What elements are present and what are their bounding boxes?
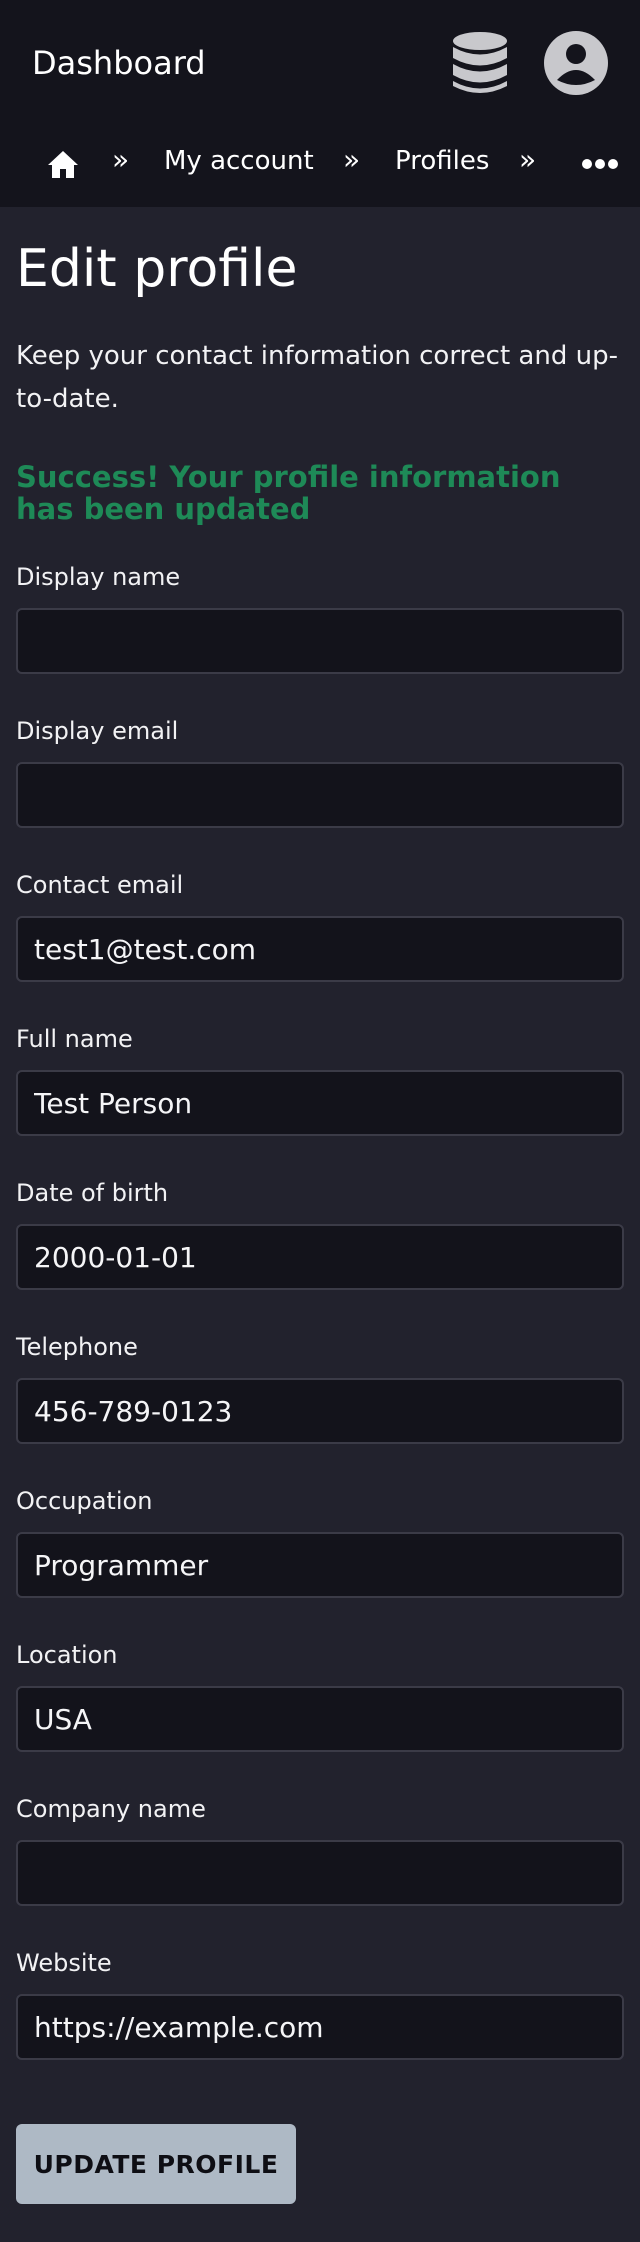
occupation-label: Occupation (16, 1487, 153, 1515)
app-title[interactable]: Dashboard (32, 43, 206, 83)
breadcrumb-separator: » (112, 143, 130, 176)
contact-email-label: Contact email (16, 871, 184, 899)
display-name-label: Display name (16, 563, 181, 591)
field-contact-email: Contact email (16, 870, 624, 982)
full-name-label: Full name (16, 1025, 133, 1053)
website-input[interactable] (16, 1994, 624, 2060)
display-name-input[interactable] (16, 608, 624, 674)
user-avatar-icon[interactable] (543, 30, 609, 96)
breadcrumb-profiles[interactable]: Profiles (395, 144, 489, 178)
company-name-label: Company name (16, 1795, 206, 1823)
page-title: Edit profile (16, 239, 298, 299)
breadcrumb-separator: » (343, 143, 361, 176)
page-subtitle: Keep your contact information correct an… (16, 341, 618, 414)
location-label: Location (16, 1641, 118, 1669)
date-of-birth-label: Date of birth (16, 1179, 169, 1207)
occupation-input[interactable] (16, 1532, 624, 1598)
field-website: Website (16, 1948, 624, 2060)
breadcrumb-separator: » (519, 143, 537, 176)
form-fields: Display name Display email Contact email… (16, 562, 624, 2060)
display-email-label: Display email (16, 717, 179, 745)
edit-profile-form: Display name Display email Contact email… (16, 562, 624, 2204)
display-email-input[interactable] (16, 762, 624, 828)
main-content: Edit profile Keep your contact informati… (0, 207, 640, 2204)
location-input[interactable] (16, 1686, 624, 1752)
date-of-birth-input[interactable] (16, 1224, 624, 1290)
success-message: Success! Your profile information has be… (16, 460, 561, 526)
top-bar: Dashboard (0, 0, 640, 126)
breadcrumb: » My account » Profiles » (0, 126, 640, 207)
field-telephone: Telephone (16, 1332, 624, 1444)
update-profile-button[interactable]: UPDATE PROFILE (16, 2124, 296, 2204)
full-name-input[interactable] (16, 1070, 624, 1136)
field-display-email: Display email (16, 716, 624, 828)
telephone-label: Telephone (16, 1333, 138, 1361)
website-label: Website (16, 1949, 112, 1977)
breadcrumb-my-account[interactable]: My account (164, 144, 314, 178)
home-icon[interactable] (46, 147, 80, 181)
field-full-name: Full name (16, 1024, 624, 1136)
field-date-of-birth: Date of birth (16, 1178, 624, 1290)
more-horizontal-icon[interactable] (582, 157, 618, 171)
database-icon[interactable] (450, 30, 510, 96)
field-company-name: Company name (16, 1794, 624, 1906)
field-display-name: Display name (16, 562, 624, 674)
field-location: Location (16, 1640, 624, 1752)
telephone-input[interactable] (16, 1378, 624, 1444)
company-name-input[interactable] (16, 1840, 624, 1906)
field-occupation: Occupation (16, 1486, 624, 1598)
contact-email-input[interactable] (16, 916, 624, 982)
